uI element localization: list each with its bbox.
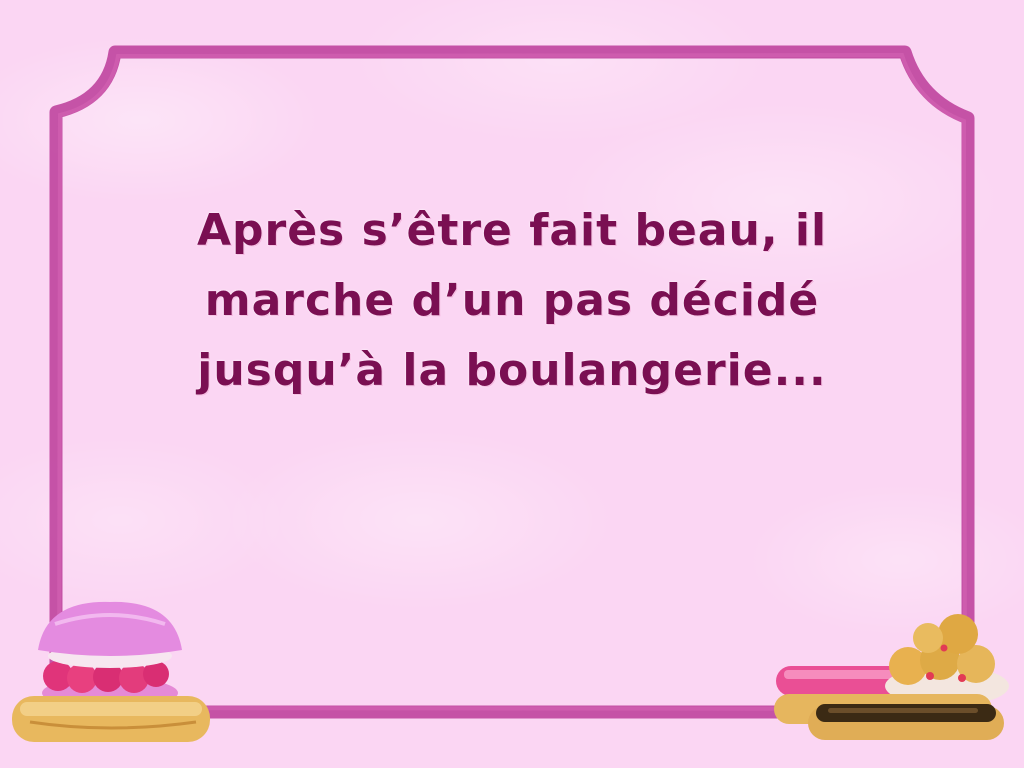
caption-line-1: Après s’être fait beau, il <box>196 205 828 256</box>
caption-line-3: jusqu’à la boulangerie... <box>197 345 827 396</box>
cream-puff-icon <box>885 614 1009 706</box>
caption-line-2: marche d’un pas décidé <box>204 275 820 326</box>
pastries-right <box>774 614 1009 740</box>
chocolate-eclair-icon <box>808 704 1004 740</box>
eclair-icon <box>12 696 210 742</box>
pastries-left <box>12 601 210 742</box>
macaron-icon <box>38 601 182 709</box>
strawberry-eclair-icon <box>776 666 906 696</box>
scene-caption: Après s’être fait beau, il marche d’un p… <box>150 196 874 406</box>
